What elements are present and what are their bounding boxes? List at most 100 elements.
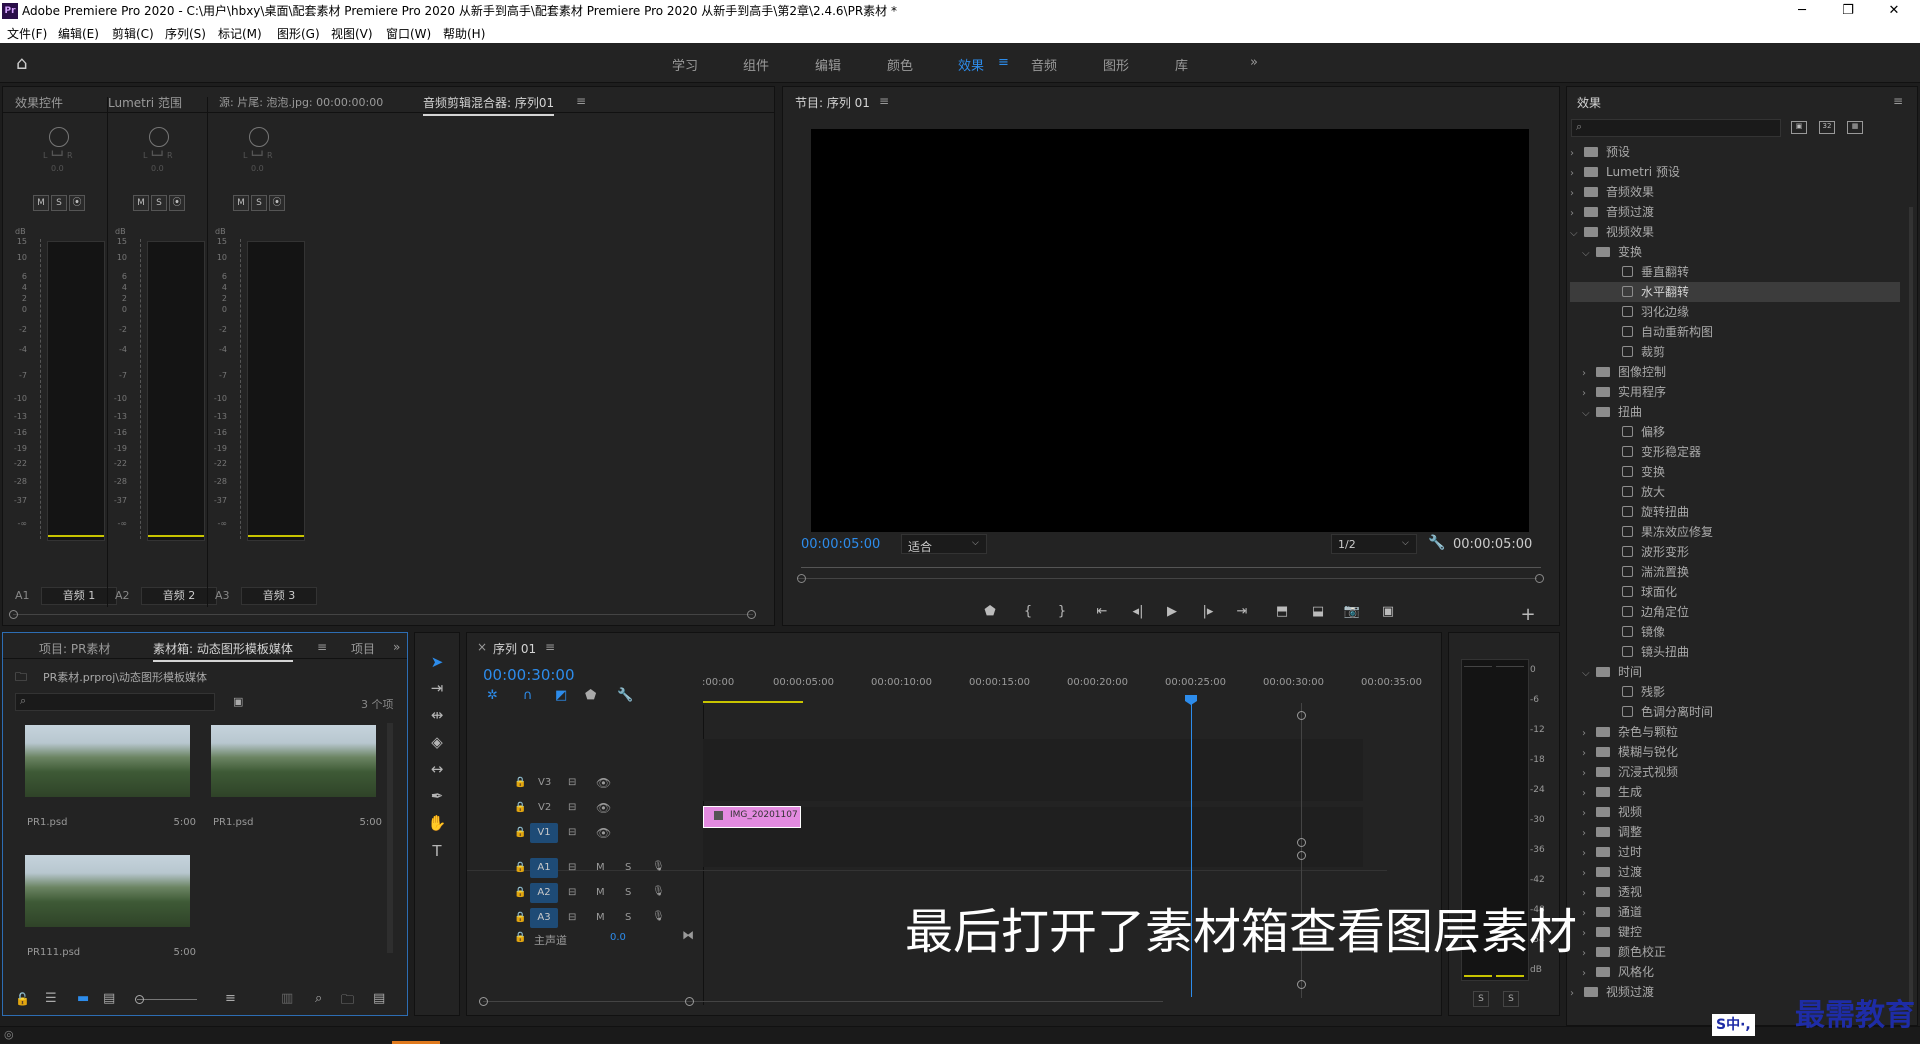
bin-search-input[interactable]: ⌕ — [15, 693, 215, 711]
track-lock-icon[interactable]: 🔒 — [514, 802, 526, 813]
effect-item[interactable]: 残影 — [1570, 682, 1900, 702]
icon-view-icon[interactable]: ▬ — [77, 991, 89, 1006]
scroll-handle-right[interactable] — [747, 610, 756, 619]
effect-item[interactable]: 波形变形 — [1570, 542, 1900, 562]
timeline-settings-wrench-icon[interactable]: 🔧 — [617, 688, 633, 703]
add-marker-icon[interactable]: ⬟ — [585, 688, 596, 703]
effects-folder[interactable]: › 生成 — [1570, 782, 1900, 802]
program-menu-icon[interactable]: ≡ — [879, 94, 889, 108]
solo-right-button[interactable]: S — [1503, 991, 1519, 1007]
tab-audio-clip-mixer[interactable]: 音频剪辑混合器: 序列01 — [423, 94, 555, 116]
v-scroll-handle-mid2[interactable] — [1297, 851, 1306, 860]
panel-menu-icon[interactable]: ≡ — [576, 94, 586, 108]
effects-folder[interactable]: › 调整 — [1570, 822, 1900, 842]
record-button[interactable]: ⦿ — [269, 195, 285, 211]
tab-sequence[interactable]: 序列 01 — [493, 640, 536, 660]
effect-item[interactable]: 偏移 — [1570, 422, 1900, 442]
go-in-icon[interactable]: ⇤ — [1092, 604, 1112, 622]
effects-folder[interactable]: › 过渡 — [1570, 862, 1900, 882]
more-tabs-icon[interactable]: » — [393, 640, 400, 654]
chevron-right-icon[interactable]: › — [1582, 744, 1596, 764]
mic-icon[interactable]: 🎙 — [652, 911, 665, 922]
playhead-handle[interactable] — [1185, 695, 1197, 705]
mute-toggle[interactable]: M — [596, 887, 605, 898]
menu-view[interactable]: 视图(V) — [331, 25, 373, 42]
effects-folder[interactable]: › 过时 — [1570, 842, 1900, 862]
effect-item[interactable]: 垂直翻转 — [1570, 262, 1900, 282]
ime-toolbar[interactable]: S中·, — [1712, 1014, 1755, 1036]
tab-color[interactable]: 颜色 — [887, 55, 913, 74]
new-bin-icon[interactable]: 🗀 — [341, 991, 354, 1013]
effects-folder[interactable]: › 音频过渡 — [1570, 202, 1900, 222]
timeline-close-icon[interactable]: × — [477, 640, 487, 654]
h-scroll-handle-left[interactable] — [479, 997, 488, 1006]
effects-menu-icon[interactable]: ≡ — [1893, 94, 1903, 108]
chevron-right-icon[interactable]: › — [1582, 864, 1596, 884]
effects-folder[interactable]: ⌵ 扭曲 — [1570, 402, 1900, 422]
channel-name[interactable]: 音频 3 — [241, 587, 317, 605]
new-search-bin-icon[interactable]: ▣ — [233, 695, 243, 708]
tab-project[interactable]: 项目: PR素材 — [39, 640, 110, 657]
effect-item[interactable]: 色调分离时间 — [1570, 702, 1900, 722]
zoom-handle-right[interactable] — [1535, 574, 1544, 583]
effects-folder[interactable]: ⌵ 时间 — [1570, 662, 1900, 682]
tab-effects[interactable]: 效果 — [958, 55, 984, 74]
track-lock-icon[interactable]: 🔒 — [514, 912, 526, 923]
solo-toggle[interactable]: S — [625, 887, 631, 898]
zoom-handle-left[interactable] — [797, 574, 806, 583]
chevron-right-icon[interactable]: › — [1570, 204, 1584, 224]
eye-icon[interactable]: 👁 — [596, 826, 611, 840]
chevron-right-icon[interactable]: › — [1570, 184, 1584, 204]
mic-icon[interactable]: 🎙 — [652, 886, 665, 897]
chevron-right-icon[interactable]: › — [1582, 924, 1596, 944]
tab-assembly[interactable]: 组件 — [743, 55, 769, 74]
wrench-icon[interactable]: 🔧 — [1428, 535, 1445, 551]
solo-button[interactable]: S — [251, 195, 267, 211]
master-value[interactable]: 0.0 — [610, 932, 626, 943]
effects-folder[interactable]: › Lumetri 预设 — [1570, 162, 1900, 182]
track-lock-icon[interactable]: 🔒 — [514, 932, 526, 943]
effect-item[interactable]: 裁剪 — [1570, 342, 1900, 362]
video-preview[interactable] — [811, 129, 1529, 532]
sync-lock-icon[interactable]: ⊟ — [568, 827, 576, 838]
effect-item[interactable]: 镜像 — [1570, 622, 1900, 642]
selection-tool-icon[interactable]: ➤ — [426, 651, 448, 673]
zoom-slider[interactable] — [137, 999, 197, 1000]
effects-scrollbar[interactable] — [1909, 207, 1913, 1007]
tab-editing[interactable]: 编辑 — [815, 55, 841, 74]
effect-item[interactable]: 湍流置换 — [1570, 562, 1900, 582]
chevron-right-icon[interactable]: › — [1582, 384, 1596, 404]
effect-item[interactable]: 放大 — [1570, 482, 1900, 502]
chevron-right-icon[interactable]: › — [1582, 824, 1596, 844]
tab-audio[interactable]: 音频 — [1031, 55, 1057, 74]
chevron-down-icon[interactable]: ⌵ — [1570, 224, 1584, 244]
minimize-button[interactable]: ─ — [1782, 0, 1822, 22]
playhead-timecode[interactable]: 00:00:05:00 — [801, 537, 880, 552]
effect-item[interactable]: 变形稳定器 — [1570, 442, 1900, 462]
menu-window[interactable]: 窗口(W) — [386, 25, 431, 42]
in-icon[interactable]: { — [1018, 604, 1038, 622]
lock-icon[interactable]: 🔓 — [15, 992, 30, 1006]
effect-item[interactable]: 镜头扭曲 — [1570, 642, 1900, 662]
solo-toggle[interactable]: S — [625, 912, 631, 923]
chevron-right-icon[interactable]: › — [1582, 964, 1596, 984]
find-icon[interactable]: ⌕ — [315, 991, 322, 1006]
linked-selection-icon[interactable]: ◩ — [555, 688, 567, 703]
program-monitor-title[interactable]: 节目: 序列 01 — [795, 94, 870, 111]
h-scroll-handle-right[interactable] — [685, 997, 694, 1006]
video-clip[interactable]: IMG_20201107 — [703, 806, 801, 828]
accelerated-effects-icon[interactable]: ▣ — [1791, 121, 1807, 134]
resolution-dropdown[interactable]: 1/2 ⌵ — [1331, 534, 1417, 554]
track-select-tool-icon[interactable]: ⇥ — [426, 677, 448, 699]
chevron-down-icon[interactable]: ⌵ — [1582, 244, 1596, 264]
effect-item[interactable]: 边角定位 — [1570, 602, 1900, 622]
effects-folder[interactable]: › 沉浸式视频 — [1570, 762, 1900, 782]
tab-effect-controls[interactable]: 效果控件 — [15, 94, 63, 111]
sync-lock-icon[interactable]: ⊟ — [568, 802, 576, 813]
pan-knob[interactable] — [149, 127, 169, 147]
tab-graphics[interactable]: 图形 — [1103, 55, 1129, 74]
freeform-view-icon[interactable]: ▤ — [103, 991, 115, 1006]
menu-help[interactable]: 帮助(H) — [443, 25, 485, 42]
out-icon[interactable]: } — [1052, 604, 1072, 622]
effects-folder[interactable]: › 音频效果 — [1570, 182, 1900, 202]
